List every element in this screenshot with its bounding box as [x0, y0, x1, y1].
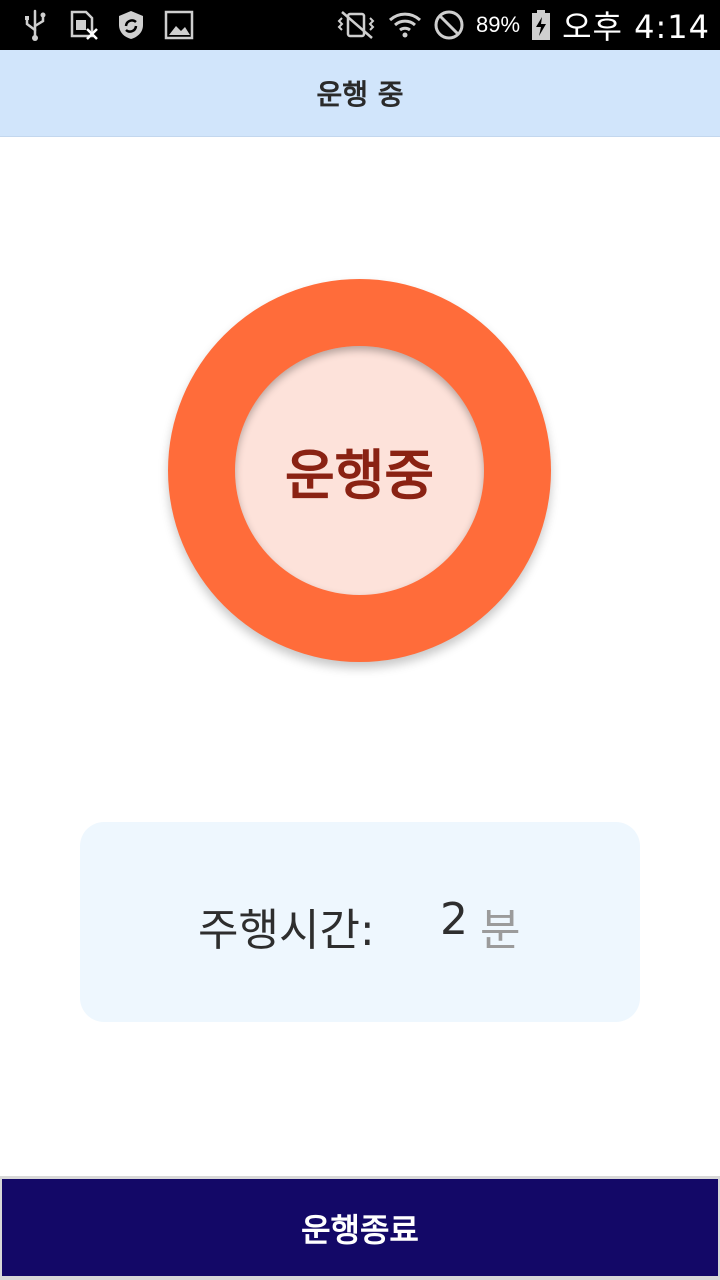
- end-button-container: 운행종료: [0, 1176, 720, 1280]
- image-icon: [164, 10, 194, 40]
- page-title: 운행 중: [316, 78, 404, 111]
- wifi-icon: [389, 12, 422, 38]
- driving-status-indicator: 운행중: [168, 279, 551, 662]
- status-icons-right: 89% 오후 4:14: [334, 0, 710, 50]
- driving-time-unit: 분: [480, 905, 521, 956]
- clock: 오후 4:14: [562, 8, 710, 46]
- do-not-disturb-icon: [434, 10, 464, 40]
- sim-card-error-icon: [70, 10, 98, 40]
- driving-time-value: 2: [440, 894, 468, 945]
- status-icons-left: [18, 7, 196, 43]
- shield-sync-icon: [119, 11, 143, 39]
- driving-status-inner-circle: 운행중: [235, 346, 484, 595]
- end-driving-button-label: 운행종료: [301, 1211, 419, 1248]
- battery-charging-icon: [532, 10, 551, 40]
- driving-status-label: 운행중: [284, 444, 435, 507]
- status-bar: 89% 오후 4:14: [0, 0, 720, 50]
- driving-time-card: 주행시간: 2 분: [80, 822, 640, 1022]
- end-driving-button[interactable]: 운행종료: [2, 1179, 718, 1276]
- usb-icon: [25, 9, 46, 41]
- battery-percent: 89%: [476, 12, 521, 37]
- app-header: 운행 중: [0, 50, 720, 137]
- vibrate-icon: [337, 11, 375, 39]
- driving-time-label: 주행시간:: [198, 905, 375, 956]
